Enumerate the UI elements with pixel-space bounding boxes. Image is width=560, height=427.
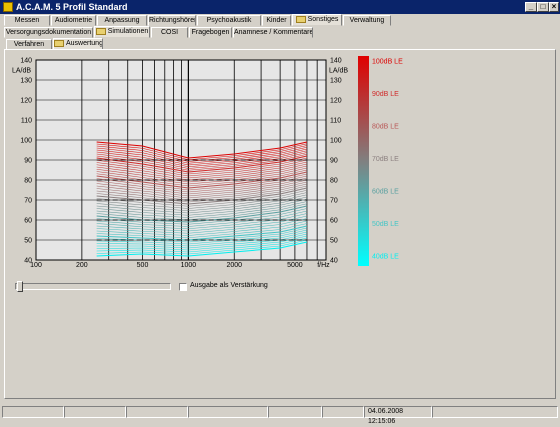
legend-label: 50dB LE <box>372 221 399 228</box>
y-tick-label-right: 120 <box>330 98 342 105</box>
status-datetime: 04.06.2008 12:15:06 <box>364 406 432 425</box>
y-tick-label-right: 50 <box>330 238 338 245</box>
status-cell <box>126 406 188 418</box>
y-tick-label-right: 140 <box>330 58 342 65</box>
status-cell <box>268 406 322 418</box>
status-cell <box>432 406 558 418</box>
legend-label: 40dB LE <box>372 254 399 261</box>
legend-label: 80dB LE <box>372 124 399 131</box>
y-tick-label-right: 40 <box>330 258 338 265</box>
status-cell <box>322 406 364 418</box>
y-tick-label-left: 70 <box>24 198 32 205</box>
y-tick-label-right: 100 <box>330 138 342 145</box>
level-slider-thumb[interactable] <box>17 281 23 292</box>
y-unit-label-right: LA/dB <box>329 68 348 75</box>
status-cell <box>64 406 126 418</box>
y-tick-label-left: 90 <box>24 158 32 165</box>
y-tick-label-left: 110 <box>21 118 32 125</box>
x-tick-label: 500 <box>137 262 149 269</box>
level-chart: 40 4050 5060 6070 7080 8090 90100 100110 110120 1… <box>12 56 403 269</box>
legend-label: 90dB LE <box>372 91 399 98</box>
y-tick-label-left: 80 <box>24 178 32 185</box>
ausgabe-checkbox[interactable] <box>179 283 187 291</box>
y-tick-label-right: 130 <box>330 78 342 85</box>
status-bar: 04.06.2008 12:15:06 <box>0 404 560 425</box>
y-tick-label-left: 60 <box>24 218 32 225</box>
x-tick-label: 100 <box>30 262 42 269</box>
x-tick-label: 5000 <box>287 262 303 269</box>
legend-label: 100dB LE <box>372 59 403 66</box>
y-tick-label-left: 120 <box>20 98 32 105</box>
y-tick-label-left: 140 <box>20 58 32 65</box>
x-tick-label: 2000 <box>226 262 242 269</box>
y-tick-label-right: 60 <box>330 218 338 225</box>
y-tick-label-left: 130 <box>20 78 32 85</box>
y-unit-label-left: LA/dB <box>12 68 31 75</box>
x-unit-label: f/Hz <box>317 262 330 269</box>
y-tick-label-right: 90 <box>330 158 338 165</box>
y-tick-label-right: 110 <box>330 118 341 125</box>
y-tick-label-right: 70 <box>330 198 338 205</box>
y-tick-label-right: 80 <box>330 178 338 185</box>
legend-label: 70dB LE <box>372 156 399 163</box>
level-slider-track[interactable] <box>15 283 171 290</box>
y-tick-label-left: 50 <box>24 238 32 245</box>
y-tick-label-left: 100 <box>20 138 32 145</box>
legend-color-bar <box>358 56 369 266</box>
x-tick-label: 1000 <box>181 262 197 269</box>
x-tick-label: 200 <box>76 262 88 269</box>
status-cell <box>2 406 64 418</box>
ausgabe-label: Ausgabe als Verstärkung <box>190 282 268 289</box>
status-cell <box>188 406 268 418</box>
legend-label: 60dB LE <box>372 189 399 196</box>
